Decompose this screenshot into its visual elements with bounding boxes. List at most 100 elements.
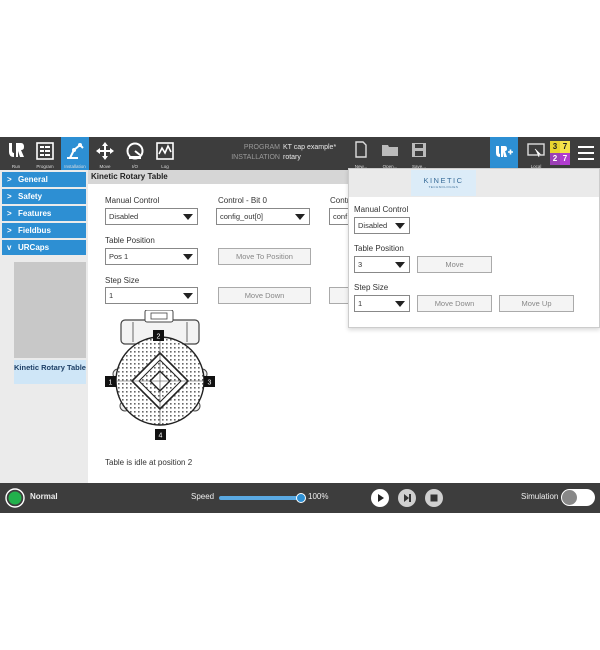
program-icon: [36, 142, 54, 160]
hamburger-menu-icon: [578, 146, 594, 160]
speed-slider-handle[interactable]: [296, 493, 306, 503]
new-button[interactable]: New...: [347, 137, 375, 170]
manual-control-select[interactable]: Disabled: [105, 208, 198, 225]
urcaps-subpanel: [14, 262, 86, 358]
local-control-button[interactable]: Local: [522, 137, 550, 170]
control-bit0-select[interactable]: config_out[0]: [216, 208, 310, 225]
speed-slider-track[interactable]: [219, 496, 303, 500]
control-bit1-value: conf: [333, 212, 348, 221]
sidebar-item-urcaps[interactable]: v URCaps: [2, 240, 86, 255]
installation-icon: [67, 143, 84, 159]
nav-program[interactable]: Program: [31, 137, 59, 170]
chevron-right-icon: >: [7, 226, 12, 235]
step-size-value: 1: [109, 291, 114, 300]
io-icon: [126, 142, 144, 160]
page-title: Kinetic Rotary Table: [88, 170, 348, 184]
popup-move-button[interactable]: Move: [417, 256, 492, 273]
ur-logo-icon: [9, 143, 24, 157]
move-to-position-button[interactable]: Move To Position: [218, 248, 311, 265]
sidebar-item-safety[interactable]: > Safety: [2, 189, 86, 204]
kinetic-urcap-popup: KINETIC TECHNOLOGIES Manual Control Disa…: [348, 168, 600, 328]
move-icon: [96, 142, 114, 160]
position-marker-3: 3: [208, 380, 212, 387]
dropdown-arrow-icon: [395, 262, 405, 268]
table-position-value: Pos 1: [109, 252, 129, 261]
nav-io-label: I/O: [131, 164, 138, 169]
urcaps-toolbar-button[interactable]: [490, 137, 518, 170]
chevron-right-icon: >: [7, 209, 12, 218]
popup-table-position-label: Table Position: [354, 244, 404, 253]
dropdown-arrow-icon: [395, 223, 405, 229]
open-button[interactable]: Open...: [376, 137, 404, 170]
sidebar-item-features[interactable]: > Features: [2, 206, 86, 221]
position-marker-1: 1: [109, 380, 113, 387]
save-button[interactable]: Save...: [405, 137, 433, 170]
popup-step-size-label: Step Size: [354, 283, 389, 292]
control-bit0-label: Control - Bit 0: [218, 196, 267, 205]
table-position-select[interactable]: Pos 1: [105, 248, 198, 265]
nav-log[interactable]: Log: [151, 137, 179, 170]
stop-button[interactable]: [425, 489, 443, 507]
bottom-bar: Normal Speed 100% Simulation: [0, 483, 600, 513]
speed-value: 100%: [308, 492, 329, 501]
table-status-text: Table is idle at position 2: [105, 458, 193, 467]
play-button[interactable]: [371, 489, 389, 507]
menu-button[interactable]: [572, 137, 600, 170]
nav-log-label: Log: [161, 164, 169, 169]
counter-digit: 7: [560, 141, 570, 153]
counter-digit: 7: [560, 153, 570, 165]
runtime-counter: 3 7 2 7: [550, 141, 570, 165]
program-key: PROGRAM: [243, 144, 280, 151]
step-button[interactable]: [398, 489, 416, 507]
control-bit0-value: config_out[0]: [220, 212, 263, 221]
sidebar-item-general[interactable]: > General: [2, 172, 86, 187]
control-bit1-label: Contr: [330, 196, 350, 205]
installation-key: INSTALLATION: [231, 154, 280, 161]
popup-manual-control-label: Manual Control: [354, 205, 409, 214]
nav-run-label: Run: [11, 164, 21, 169]
skip-forward-icon: [404, 494, 411, 502]
sidebar-item-fieldbus[interactable]: > Fieldbus: [2, 223, 86, 238]
nav-move-label: Move: [99, 164, 111, 169]
dropdown-arrow-icon: [183, 214, 193, 220]
urcap-plus-icon: [496, 146, 513, 157]
robot-status-icon: [5, 488, 25, 508]
manual-control-label: Manual Control: [105, 196, 160, 205]
manual-control-value: Disabled: [109, 212, 139, 221]
open-folder-icon: [382, 145, 398, 156]
step-size-label: Step Size: [105, 276, 140, 285]
play-icon: [378, 494, 384, 502]
nav-run[interactable]: Run: [2, 137, 30, 170]
new-file-icon: [355, 141, 367, 158]
chevron-right-icon: >: [7, 192, 12, 201]
nav-program-label: Program: [36, 164, 54, 169]
installation-name: rotary: [283, 154, 301, 161]
nav-installation[interactable]: Installation: [61, 137, 89, 170]
table-position-label: Table Position: [105, 236, 155, 245]
sidebar-item-kinetic-rotary-table[interactable]: Kinetic Rotary Table: [14, 360, 86, 384]
popup-step-size-value: 1: [358, 299, 363, 308]
nav-io[interactable]: I/O: [121, 137, 149, 170]
popup-manual-control-select[interactable]: Disabled: [354, 217, 410, 234]
dropdown-arrow-icon: [183, 293, 193, 299]
brand-subtitle: TECHNOLOGIES: [428, 185, 459, 189]
top-bar: Run Program Installation Move I/O Log PR…: [0, 137, 600, 170]
dropdown-arrow-icon: [395, 301, 405, 307]
dropdown-arrow-icon: [183, 254, 193, 260]
nav-installation-label: Installation: [64, 164, 86, 169]
popup-manual-control-value: Disabled: [358, 221, 388, 230]
simulation-toggle[interactable]: [561, 489, 595, 506]
popup-table-position-select[interactable]: 3: [354, 256, 410, 273]
sidebar-item-label: General: [18, 175, 48, 184]
step-size-select[interactable]: 1: [105, 287, 198, 304]
popup-move-down-button[interactable]: Move Down: [417, 295, 492, 312]
brand-name: KINETIC: [423, 176, 464, 185]
popup-step-size-select[interactable]: 1: [354, 295, 410, 312]
popup-move-up-button[interactable]: Move Up: [499, 295, 574, 312]
sidebar-item-label: URCaps: [18, 243, 50, 252]
local-control-icon: [527, 143, 545, 158]
move-down-button[interactable]: Move Down: [218, 287, 311, 304]
sidebar-item-label: Fieldbus: [18, 226, 51, 235]
nav-move[interactable]: Move: [91, 137, 119, 170]
kinetic-logo: KINETIC TECHNOLOGIES: [411, 170, 476, 196]
